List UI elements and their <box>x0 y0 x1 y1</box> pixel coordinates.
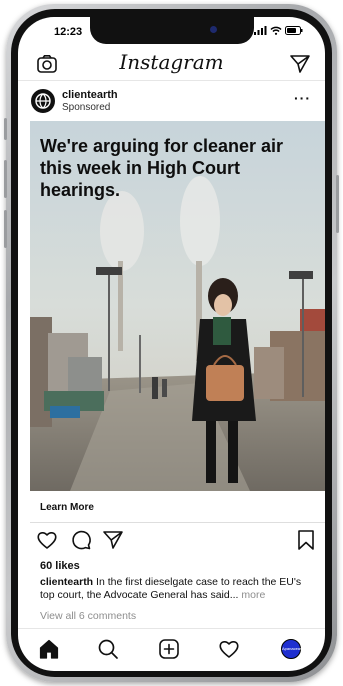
signal-icon <box>254 26 267 35</box>
direct-message-icon[interactable] <box>289 54 311 74</box>
ad-image[interactable]: We're arguing for cleaner air this week … <box>30 121 325 491</box>
notch <box>90 17 254 44</box>
more-options-button[interactable]: ··· <box>294 90 311 106</box>
status-time: 12:23 <box>54 26 83 38</box>
post-actions <box>18 529 325 555</box>
ad-headline: We're arguing for cleaner air this week … <box>40 136 284 200</box>
account-name[interactable]: clientearth <box>62 89 118 101</box>
bottom-tab-bar: Apanaceas <box>18 628 325 671</box>
account-avatar[interactable] <box>31 89 55 113</box>
post-header: clientearth Sponsored ··· <box>18 81 325 119</box>
post-caption: clientearth In the first dieselgate case… <box>40 576 308 602</box>
new-post-icon[interactable] <box>158 638 180 660</box>
instagram-logo: Instagram <box>119 50 224 74</box>
app-header: Instagram <box>18 47 325 81</box>
sponsored-label: Sponsored <box>62 102 111 113</box>
wifi-icon <box>270 26 282 35</box>
battery-icon <box>285 26 303 35</box>
phone-side-button <box>4 160 7 198</box>
phone-screen: 12:23 Instagram clientearth Sponsored ··… <box>18 17 325 671</box>
comment-icon[interactable] <box>70 529 92 551</box>
front-camera <box>210 26 217 33</box>
status-icons <box>254 26 303 35</box>
phone-side-button <box>336 175 339 233</box>
home-icon[interactable] <box>38 638 60 660</box>
status-bar: 12:23 <box>18 17 325 47</box>
learn-more-button[interactable]: Learn More <box>30 491 325 523</box>
likes-count[interactable]: 60 likes <box>40 560 80 572</box>
view-comments-link[interactable]: View all 6 comments <box>40 610 136 622</box>
heart-icon[interactable] <box>36 529 58 551</box>
phone-side-button <box>4 118 7 140</box>
bookmark-icon[interactable] <box>295 529 317 551</box>
globe-icon <box>35 93 51 109</box>
caption-more-link[interactable]: more <box>238 589 265 601</box>
learn-more-label: Learn More <box>40 502 94 513</box>
caption-account[interactable]: clientearth <box>40 576 93 588</box>
share-icon[interactable] <box>102 529 124 551</box>
search-icon[interactable] <box>97 638 119 660</box>
activity-heart-icon[interactable] <box>218 638 240 660</box>
phone-side-button <box>4 210 7 248</box>
profile-avatar[interactable]: Apanaceas <box>281 639 302 659</box>
